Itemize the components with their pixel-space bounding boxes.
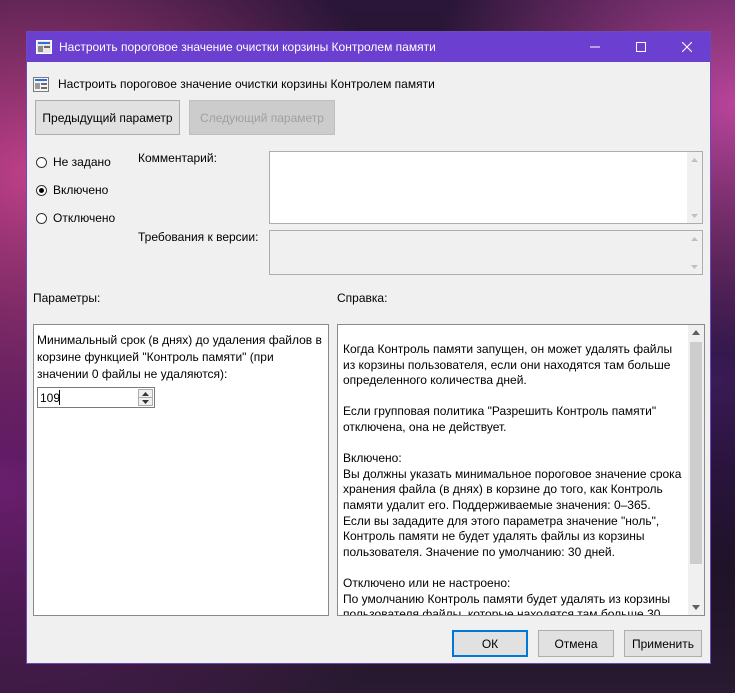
policy-icon: [36, 40, 52, 54]
help-scrollbar[interactable]: [688, 325, 704, 615]
version-requirements-box: [269, 230, 703, 275]
ok-button[interactable]: ОК: [452, 630, 528, 657]
comment-scrollbar[interactable]: [687, 152, 702, 223]
scroll-up-icon[interactable]: [688, 325, 704, 340]
title-bar[interactable]: Настроить пороговое значение очистки кор…: [27, 32, 710, 62]
spin-up-icon[interactable]: [139, 390, 152, 398]
previous-setting-button[interactable]: Предыдущий параметр: [35, 100, 180, 135]
help-scroll-thumb[interactable]: [690, 342, 702, 564]
threshold-description: Минимальный срок (в днях) до удаления фа…: [37, 333, 322, 381]
minimize-icon: [590, 46, 600, 48]
radio-enabled[interactable]: Включено: [36, 183, 108, 197]
radio-enabled-circle[interactable]: [36, 184, 47, 196]
apply-button[interactable]: Применить: [624, 630, 702, 657]
help-panel: Когда Контроль памяти запущен, он может …: [337, 324, 705, 616]
radio-not-configured-circle[interactable]: [36, 156, 47, 168]
radio-not-configured-label: Не задано: [53, 155, 111, 169]
radio-disabled[interactable]: Отключено: [36, 211, 115, 225]
comment-label: Комментарий:: [138, 151, 217, 165]
radio-enabled-label: Включено: [53, 183, 109, 197]
scroll-up-icon[interactable]: [687, 152, 702, 167]
close-icon: [682, 42, 692, 52]
policy-header-title: Настроить пороговое значение очистки кор…: [58, 77, 435, 91]
comment-textarea[interactable]: [269, 151, 703, 224]
scroll-down-icon[interactable]: [687, 208, 702, 223]
help-section-label: Справка:: [337, 291, 388, 305]
radio-disabled-label: Отключено: [53, 211, 116, 225]
days-threshold-spinbox[interactable]: 109: [37, 387, 155, 408]
spin-down-icon[interactable]: [139, 398, 152, 405]
days-threshold-value[interactable]: 109: [40, 391, 60, 405]
scroll-down-icon[interactable]: [688, 600, 704, 615]
radio-disabled-circle[interactable]: [36, 212, 47, 224]
help-text: Когда Контроль памяти запущен, он может …: [343, 342, 682, 616]
close-button[interactable]: [664, 32, 710, 62]
policy-setting-icon: [33, 77, 49, 92]
radio-not-configured[interactable]: Не задано: [36, 155, 111, 169]
text-caret: [59, 390, 60, 405]
scroll-down-icon[interactable]: [687, 259, 702, 274]
window-title: Настроить пороговое значение очистки кор…: [59, 40, 436, 54]
maximize-icon: [636, 42, 646, 52]
parameters-panel: Минимальный срок (в днях) до удаления фа…: [33, 324, 329, 616]
version-requirements-label: Требования к версии:: [138, 230, 259, 244]
next-setting-button[interactable]: Следующий параметр: [189, 100, 335, 135]
version-scrollbar[interactable]: [687, 231, 702, 274]
cancel-button[interactable]: Отмена: [538, 630, 614, 657]
scroll-up-icon[interactable]: [687, 231, 702, 246]
policy-dialog: Настроить пороговое значение очистки кор…: [26, 31, 711, 664]
spin-buttons[interactable]: [138, 389, 153, 406]
minimize-button[interactable]: [572, 32, 618, 62]
maximize-button[interactable]: [618, 32, 664, 62]
parameters-section-label: Параметры:: [33, 291, 101, 305]
